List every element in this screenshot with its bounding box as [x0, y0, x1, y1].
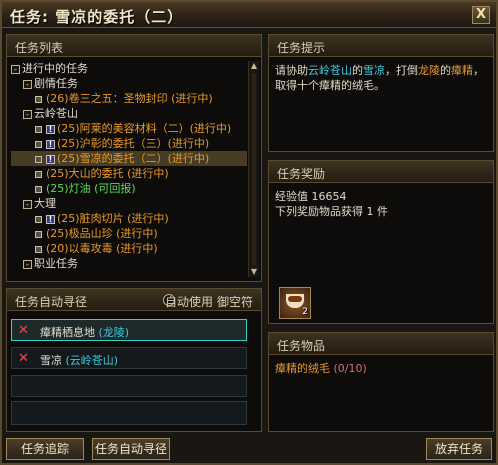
exclamation-icon: ! — [46, 139, 55, 149]
ap-row-1-loc: (龙陵) — [98, 326, 130, 339]
collapse-icon[interactable]: - — [11, 64, 20, 74]
quest-marker-icon — [35, 95, 42, 103]
quest-tree-label: (26)卷三之五：圣物封印 (进行中) — [46, 92, 213, 105]
quest-marker-icon — [35, 125, 42, 133]
quest-tree-row[interactable]: - 大理 — [11, 196, 247, 211]
ap-row-1-name: 瘴精栖息地 — [40, 326, 95, 339]
quest-items-header: 任务物品 — [269, 333, 493, 355]
quest-tree-row[interactable]: - 剧情任务 — [11, 76, 247, 91]
quest-marker-icon — [35, 185, 42, 193]
quest-tree-label: (20)以毒攻毒 (进行中) — [46, 242, 158, 255]
hint-area: 龙陵 — [418, 64, 440, 77]
close-button[interactable]: X — [472, 6, 490, 24]
quest-tree-label: (25)雪凉的委托（二）(进行中) — [57, 152, 210, 165]
quest-list-header: 任务列表 — [7, 35, 261, 57]
quest-marker-icon — [35, 230, 42, 238]
quest-tree-label: (25)灯油 (可回报) — [46, 182, 136, 195]
hint-part: 请协助 — [275, 64, 308, 77]
quest-tree: - 进行中的任务 - 剧情任务 (26)卷三之五：圣物封印 (进行中) - 云岭苍山! (25… — [11, 61, 247, 271]
quest-tree-label: 进行中的任务 — [22, 62, 88, 75]
quest-tree-row[interactable]: ! (25)沪彰的委托（三）(进行中) — [11, 136, 247, 151]
item-count: 2 — [302, 307, 308, 317]
quest-tree-row[interactable]: ! (25)雪凉的委托（二）(进行中) — [11, 151, 247, 166]
quest-item-name: 瘴精的绒毛 — [275, 362, 330, 375]
title-bar[interactable]: 任务: 雪凉的委托（二） X — [2, 2, 496, 28]
hint-text: 请协助云岭苍山的雪凉，打倒龙陵的瘴精，取得十个瘴精的绒毛。 — [275, 63, 487, 93]
auto-path-row-2[interactable]: ✕ 雪凉 (云岭苍山) — [11, 347, 247, 369]
quest-tree-label: 剧情任务 — [34, 77, 78, 90]
quest-marker-icon — [35, 215, 42, 223]
hint-target: 瘴精 — [451, 64, 473, 77]
abandon-quest-button[interactable]: 放弃任务 — [426, 438, 492, 460]
collapse-icon[interactable]: - — [23, 259, 32, 269]
quest-marker-icon — [35, 245, 42, 253]
hint-part: 的 — [440, 64, 451, 77]
quest-marker-icon — [35, 140, 42, 148]
auto-path-panel: 任务自动寻径 自动使用 御空符 ✕ 瘴精栖息地 (龙陵) ✕ 雪凉 (云岭苍山) — [6, 288, 262, 432]
scroll-up-icon[interactable]: ▲ — [249, 61, 259, 71]
collapse-icon[interactable]: - — [23, 199, 32, 209]
quest-tree-row[interactable]: - 云岭苍山 — [11, 106, 247, 121]
quest-item-progress: (0/10) — [333, 362, 367, 375]
quest-marker-icon — [35, 170, 42, 178]
collapse-icon[interactable]: - — [23, 79, 32, 89]
hint-part: 的 — [352, 64, 363, 77]
quest-window: 任务: 雪凉的委托（二） X 任务列表 - 进行中的任务 - 剧情任务 (26)卷三之五… — [0, 0, 498, 465]
quest-tree-row[interactable]: ! (25)阿莱的美容材料（二）(进行中) — [11, 121, 247, 136]
reward-header: 任务奖励 — [269, 161, 493, 183]
quest-tree-label: (25)阿莱的美容材料（二）(进行中) — [57, 122, 232, 135]
exclamation-icon: ! — [46, 154, 55, 164]
exclamation-icon: ! — [46, 214, 55, 224]
hint-npc: 雪凉 — [363, 64, 385, 77]
quest-reward-panel: 任务奖励 经验值 16654 下列奖励物品获得 1 件 2 — [268, 160, 494, 324]
quest-tree-label: (25)大山的委托 (进行中) — [46, 167, 169, 180]
scroll-track[interactable] — [252, 73, 256, 265]
hint-location: 云岭苍山 — [308, 64, 352, 77]
auto-path-title: 任务自动寻径 — [15, 295, 88, 309]
quest-tree-row[interactable]: (25)灯油 (可回报) — [11, 181, 247, 196]
hint-header: 任务提示 — [269, 35, 493, 57]
quest-tree-row[interactable]: (25)大山的委托 (进行中) — [11, 166, 247, 181]
quest-tree-label: 云岭苍山 — [34, 107, 78, 120]
auto-use-label: 自动使用 — [164, 295, 213, 309]
tea-cup-icon[interactable]: 2 — [279, 287, 311, 319]
window-title: 任务: 雪凉的委托（二） — [10, 8, 184, 26]
auto-path-header: 任务自动寻径 自动使用 御空符 — [7, 289, 261, 311]
quest-tree-row[interactable]: - 职业任务 — [11, 256, 247, 271]
talisman-label: 御空符 — [216, 295, 253, 309]
quest-tree-row[interactable]: ! (25)脏肉切片 (进行中) — [11, 211, 247, 226]
auto-path-row-empty-1[interactable] — [11, 375, 247, 397]
quest-tree-label: 职业任务 — [34, 257, 78, 270]
quest-tree-label: (25)沪彰的委托（三）(进行中) — [57, 137, 210, 150]
reward-items-label: 下列奖励物品获得 1 件 — [275, 205, 388, 218]
quest-items-panel: 任务物品 瘴精的绒毛 (0/10) — [268, 332, 494, 432]
exp-value: 16654 — [311, 190, 347, 203]
quest-tree-row[interactable]: (25)极品山珍 (进行中) — [11, 226, 247, 241]
exclamation-icon: ! — [46, 124, 55, 134]
quest-list-panel: 任务列表 - 进行中的任务 - 剧情任务 (26)卷三之五：圣物封印 (进行中) - 云岭苍… — [6, 34, 262, 282]
quest-tree-label: (25)脏肉切片 (进行中) — [57, 212, 169, 225]
quest-hint-panel: 任务提示 请协助云岭苍山的雪凉，打倒龙陵的瘴精，取得十个瘴精的绒毛。 — [268, 34, 494, 152]
quest-tree-row[interactable]: (20)以毒攻毒 (进行中) — [11, 241, 247, 256]
auto-path-row-1[interactable]: ✕ 瘴精栖息地 (龙陵) — [11, 319, 247, 341]
quest-marker-icon — [35, 155, 42, 163]
scroll-down-icon[interactable]: ▼ — [249, 267, 259, 277]
ap-row-2-loc: (云岭苍山) — [65, 354, 119, 367]
track-quest-button[interactable]: 任务追踪 — [6, 438, 84, 460]
auto-path-row-empty-2[interactable] — [11, 401, 247, 425]
ap-row-2-name: 雪凉 — [40, 354, 62, 367]
auto-path-button[interactable]: 任务自动寻径 — [92, 438, 170, 460]
quest-tree-label: 大理 — [34, 197, 56, 210]
crossed-swords-icon: ✕ — [18, 323, 29, 338]
quest-list-scrollbar[interactable]: ▲ ▼ — [248, 61, 259, 277]
hint-part: ，打倒 — [385, 64, 418, 77]
quest-tree-row[interactable]: - 进行中的任务 — [11, 61, 247, 76]
quest-tree-row[interactable]: (26)卷三之五：圣物封印 (进行中) — [11, 91, 247, 106]
quest-tree-label: (25)极品山珍 (进行中) — [46, 227, 158, 240]
collapse-icon[interactable]: - — [23, 109, 32, 119]
crossed-swords-icon: ✕ — [18, 351, 29, 366]
exp-label: 经验值 — [275, 190, 308, 203]
